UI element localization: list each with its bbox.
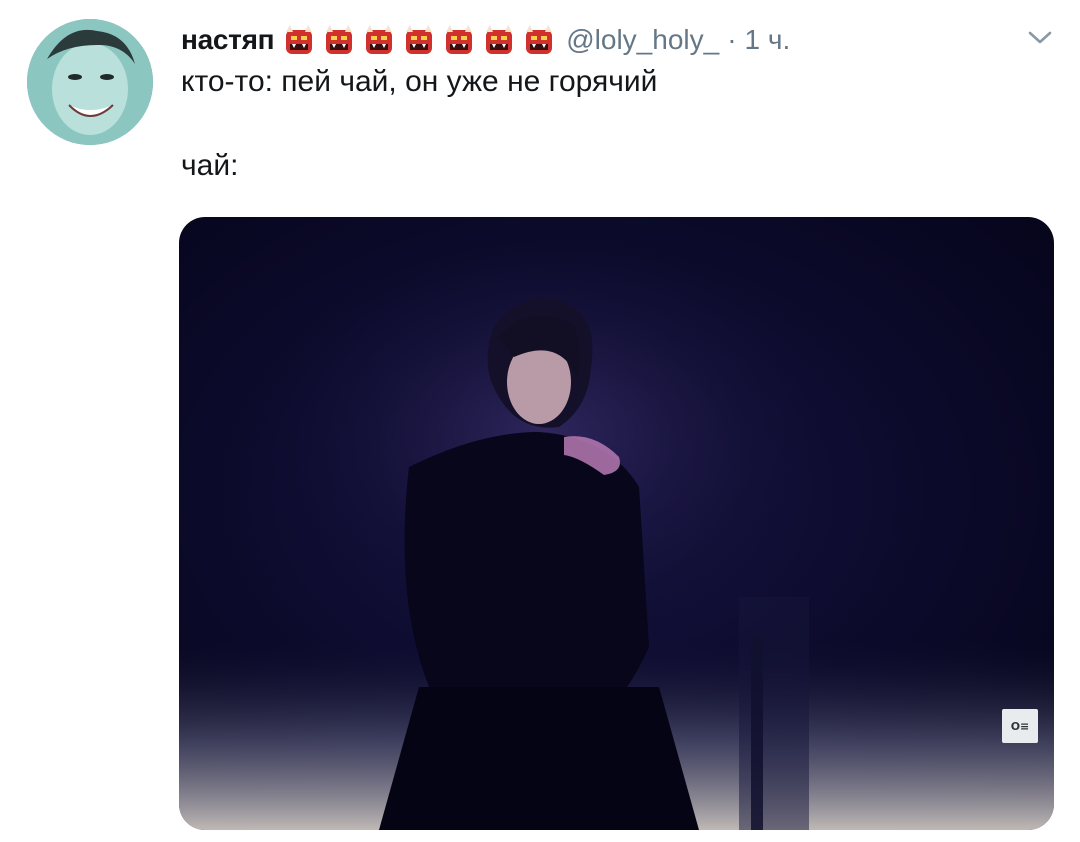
ogre-icon [406,25,433,54]
watermark-badge: O≡ [1002,709,1038,743]
tweet-text-line-2: чай: [181,149,239,182]
avatar[interactable] [27,19,153,145]
tweet-text-line-1: кто-то: пей чай, он уже не горячий [181,65,658,98]
ogre-icon [286,25,313,54]
ogre-icon [326,25,353,54]
ogre-icon [486,25,513,54]
ogre-icon [366,25,393,54]
emoji-group [282,24,556,56]
chevron-down-icon[interactable] [1024,26,1056,50]
tweet-header: настяп @loly_holy_ · 1 ч. [181,22,790,58]
ogre-icon [446,25,473,54]
separator-dot: · [727,24,737,55]
avatar-image [27,19,153,145]
ogre-icon [526,25,553,54]
tweet-media[interactable]: O≡ [179,217,1054,830]
media-frame [179,217,1054,830]
user-handle[interactable]: @loly_holy_ [566,24,719,56]
display-name[interactable]: настяп [181,24,275,56]
tweet[interactable]: настяп @loly_holy_ · 1 ч. кто-то: пей ча… [0,0,1080,842]
timestamp[interactable]: 1 ч. [745,24,791,56]
